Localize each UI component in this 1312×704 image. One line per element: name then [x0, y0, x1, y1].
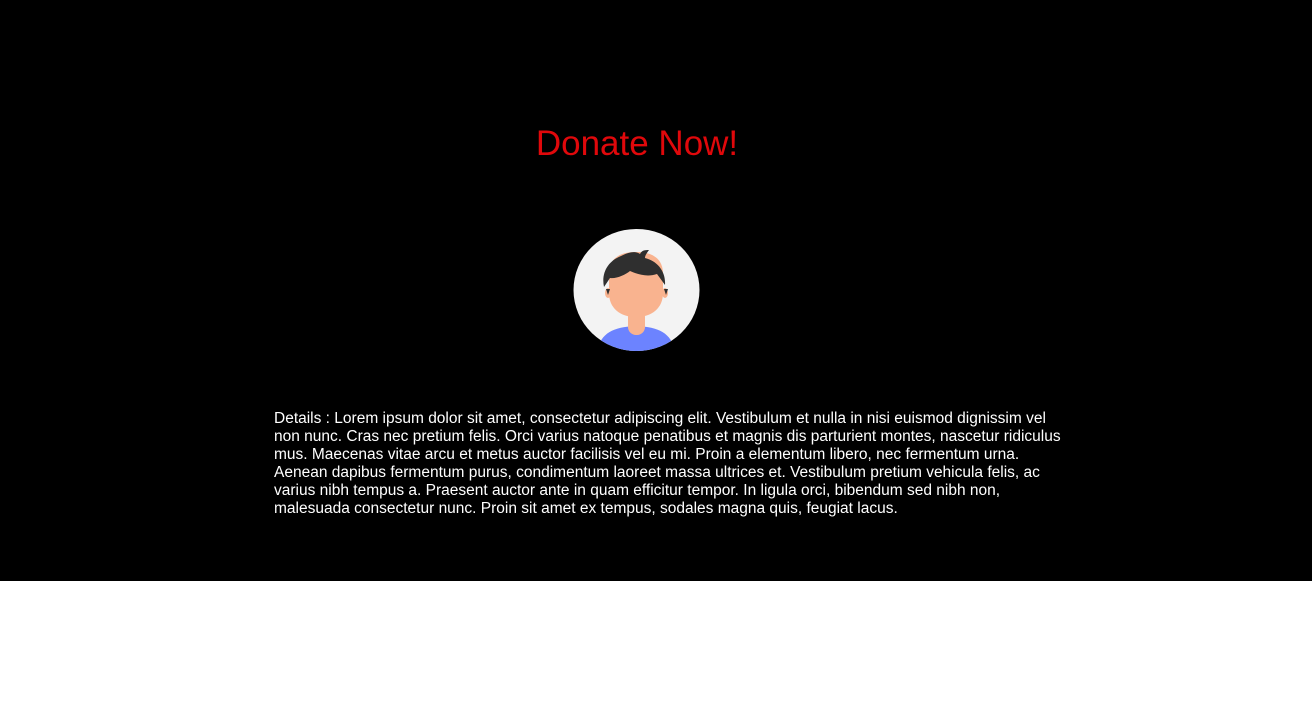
page-background-bottom: [0, 581, 1312, 704]
details-text: Details : Lorem ipsum dolor sit amet, co…: [274, 410, 1061, 517]
page-title: Donate Now!: [535, 124, 739, 163]
donation-hero: Donate Now! Details: Lorem ipsum dolor …: [0, 0, 1312, 581]
avatar-illustration: [573, 229, 700, 351]
user-avatar-icon: [573, 229, 700, 351]
